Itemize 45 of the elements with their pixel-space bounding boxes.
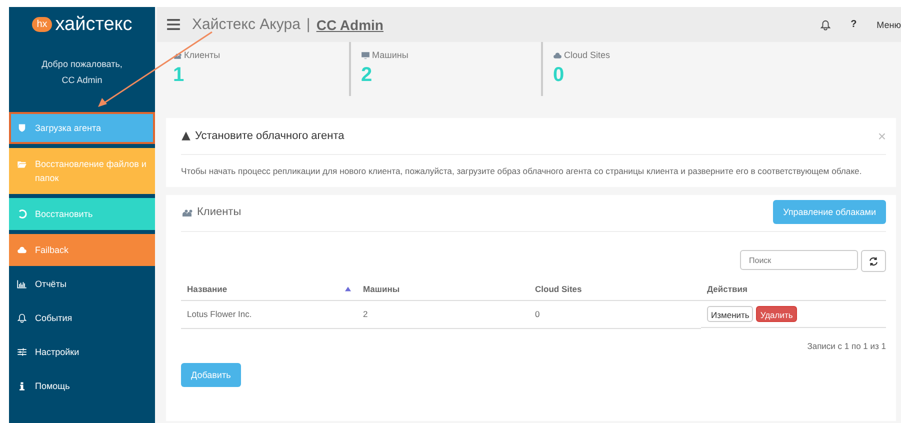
logo-text: хайстекс [55,14,132,36]
sliders-icon [17,347,27,357]
shield-icon [17,123,27,133]
stat-label: Cloud Sites [564,50,610,60]
help-button[interactable]: ? [850,19,857,30]
folder-icon [17,159,27,169]
card-title: Клиенты [197,206,242,218]
cloud-icon [17,245,27,255]
refresh-button[interactable] [861,250,886,272]
undo-icon [17,209,27,219]
menu-icon[interactable] [167,19,180,30]
notice-text: Чтобы начать процесс репликации для нового клиента, пожалуйста, загрузите образ облачного агента со страницы клиента и разверните его в соответствующем облаке. [180,165,863,178]
bar-chart-icon [17,279,27,289]
notifications-icon[interactable] [820,18,831,30]
table-cell: 0 [535,309,540,320]
search-field[interactable]: Поиск [740,250,858,270]
stat-label: Машины [372,50,408,60]
delete-button[interactable]: Удалить [756,306,797,322]
column-header[interactable]: Машины [363,284,400,294]
notice-title: Установите облачного агента [195,130,344,142]
column-header[interactable]: Cloud Sites [535,284,582,294]
stat-label: Клиенты [184,50,220,60]
cloud-icon [553,50,562,60]
table-cell: Lotus Flower Inc. [187,309,252,320]
table-cell: 2 [363,309,368,320]
bell-icon [17,313,27,323]
refresh-icon [868,256,879,266]
edit-button[interactable]: Изменить [707,306,754,322]
title-separator: | [306,16,310,33]
menu-button[interactable]: Меню [876,20,901,30]
stat-value: 2 [361,64,374,87]
column-header[interactable]: Действия [707,284,748,294]
stat-value: 1 [173,64,186,87]
info-icon [17,381,27,391]
app-title: Хайстекс Акура [192,16,300,33]
warning-icon [181,131,191,141]
logo-badge: hx [32,17,52,32]
tenant-link[interactable]: CC Admin [316,16,384,32]
welcome-text: Добро пожаловать, [40,58,124,71]
user-name: CC Admin [60,74,104,87]
column-header[interactable]: Название [187,284,228,294]
sort-ascending-icon[interactable] [345,286,351,292]
records-info: Записи с 1 по 1 из 1 [806,340,886,350]
monitor-icon [361,50,370,60]
stat-value: 0 [553,64,566,87]
